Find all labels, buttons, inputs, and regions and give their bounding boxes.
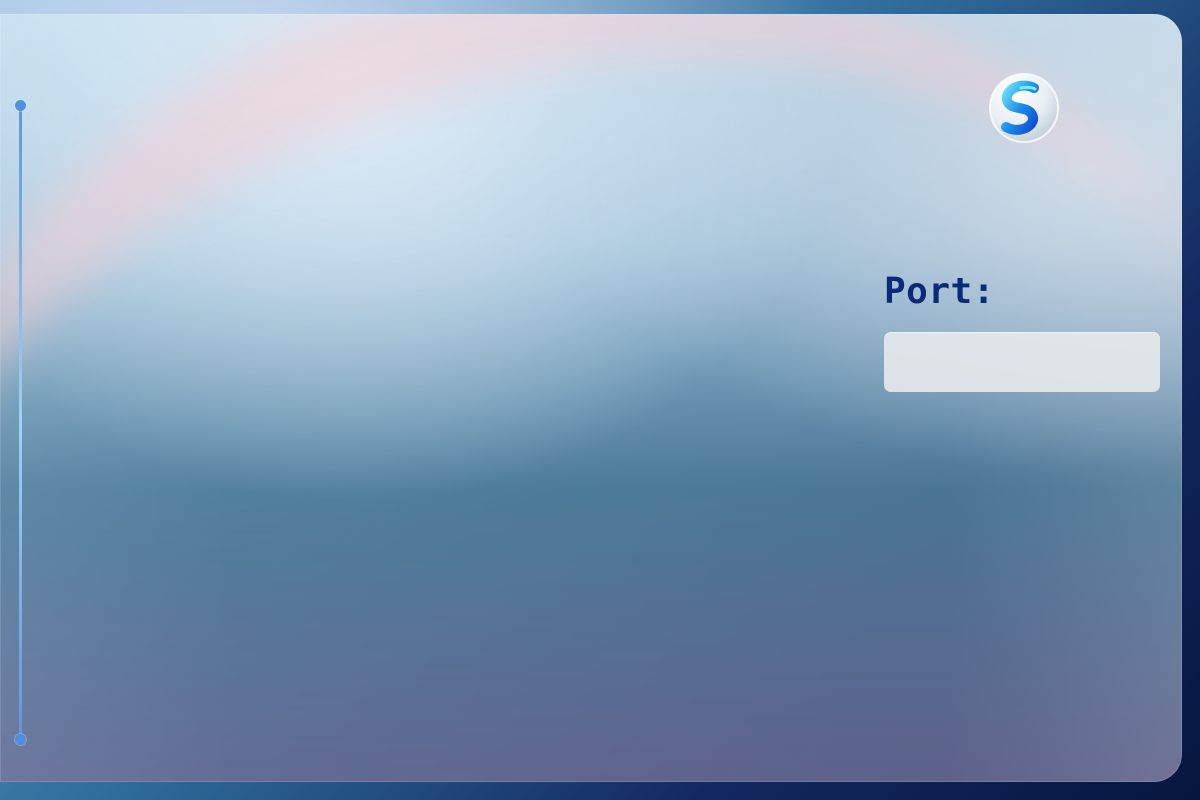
swirl-s-logo-icon	[986, 70, 1062, 146]
timeline-end-dot	[15, 734, 26, 745]
timeline-track	[19, 105, 22, 740]
desktop-background: Port:	[0, 0, 1200, 800]
connection-panel: Port:	[0, 14, 1182, 782]
timeline-start-dot	[15, 100, 26, 111]
port-label: Port:	[884, 271, 995, 312]
port-input[interactable]	[884, 332, 1160, 392]
